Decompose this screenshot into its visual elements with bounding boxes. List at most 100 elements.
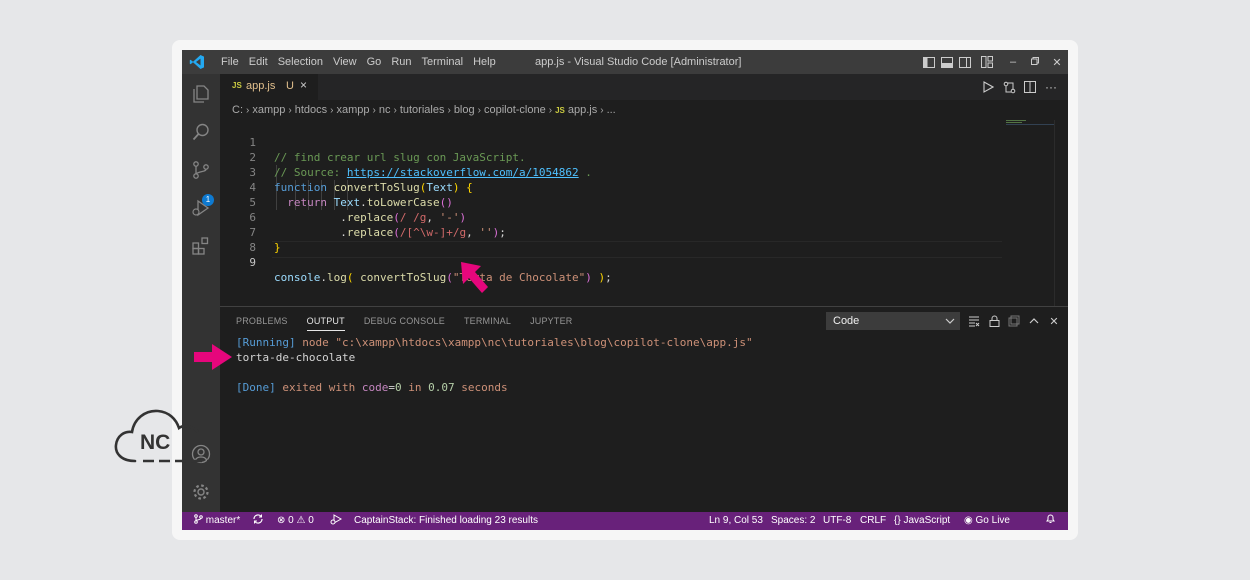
lock-scroll-icon[interactable] <box>986 313 1002 329</box>
code-editor[interactable]: 1 // find crear url slug con JavaScript.… <box>220 120 1068 300</box>
chevron-right-icon: › <box>447 105 451 116</box>
code-line: 9 console.log( convertToSlug("Torta de C… <box>220 240 1050 284</box>
code-line: 7 } <box>220 210 1050 254</box>
minimize-icon[interactable]: – <box>1002 56 1024 68</box>
code-line: 1 // find crear url slug con JavaScript. <box>220 120 1050 164</box>
vscode-logo-icon <box>189 55 204 69</box>
chevron-right-icon: › <box>548 105 553 116</box>
code-line: 5 .replace(/ /g, '-') <box>220 180 1050 224</box>
panel-tabs: PROBLEMS OUTPUT DEBUG CONSOLE TERMINAL J… <box>236 316 591 331</box>
line-ending[interactable]: CRLF <box>860 512 886 530</box>
menu-selection[interactable]: Selection <box>273 50 328 74</box>
breadcrumb-item[interactable]: blog <box>454 104 475 116</box>
toggle-sidebar-icon[interactable] <box>922 55 936 69</box>
code-line: 8 <box>220 225 1050 254</box>
menu-run[interactable]: Run <box>386 50 416 74</box>
window-title: app.js - Visual Studio Code [Administrat… <box>535 56 742 68</box>
code-line: 6 .replace(/[^\w-]+/g, ''); <box>220 195 1050 239</box>
language-mode[interactable]: {} JavaScript <box>894 512 950 530</box>
maximize-panel-icon[interactable] <box>1026 313 1042 329</box>
code-line: 2 // Source: https://stackoverflow.com/a… <box>220 135 1050 179</box>
toggle-panel-icon[interactable] <box>940 55 954 69</box>
editor-actions: ··· <box>976 78 1060 96</box>
branch-indicator[interactable]: master* <box>194 512 240 530</box>
menu-edit[interactable]: Edit <box>244 50 273 74</box>
minimap[interactable] <box>1006 120 1054 126</box>
object: console <box>274 271 321 284</box>
editor-tabs: JS app.js U × ··· <box>220 74 1068 100</box>
code-line: 4 return Text.toLowerCase() <box>220 165 1050 209</box>
run-debug-icon[interactable] <box>191 198 211 218</box>
done-tag: [Done] <box>236 381 276 394</box>
tab-output[interactable]: OUTPUT <box>306 316 345 331</box>
running-path: "c:\xampp\htdocs\xampp\nc\tutoriales\blo… <box>335 336 753 349</box>
encoding[interactable]: UTF-8 <box>823 512 851 530</box>
method-name: log <box>326 271 347 284</box>
indentation[interactable]: Spaces: 2 <box>771 512 815 530</box>
branch-name: master* <box>205 515 241 526</box>
broadcast-icon: ◉ <box>964 515 973 526</box>
manage-gear-icon[interactable] <box>191 482 211 502</box>
untracked-indicator: U <box>286 80 294 92</box>
breadcrumb-item[interactable]: htdocs <box>295 104 327 116</box>
chevron-right-icon: › <box>393 105 397 116</box>
code-line: 3 function convertToSlug(Text) { <box>220 150 1050 194</box>
tab-app-js[interactable]: JS app.js U × <box>220 74 318 100</box>
window-controls: – ✕ <box>918 50 1068 74</box>
search-icon[interactable] <box>191 122 211 142</box>
function-call: convertToSlug <box>360 271 447 284</box>
output-channel-select[interactable]: Code <box>826 312 960 330</box>
breadcrumb-item[interactable]: tutoriales <box>400 104 445 116</box>
chevron-right-icon: › <box>288 105 292 116</box>
tab-problems[interactable]: PROBLEMS <box>236 316 288 331</box>
editor-scrollbar[interactable] <box>1054 120 1068 306</box>
open-changes-icon[interactable] <box>1000 78 1018 96</box>
chevron-right-icon: › <box>372 105 376 116</box>
chevron-right-icon: › <box>246 105 250 116</box>
tab-terminal[interactable]: TERMINAL <box>464 316 511 331</box>
tab-jupyter[interactable]: JUPYTER <box>530 316 572 331</box>
breadcrumb-item[interactable]: C: <box>232 104 243 116</box>
problems-indicator[interactable]: ⊗ 0 ⚠ 0 <box>277 512 314 530</box>
close-panel-icon[interactable]: ✕ <box>1046 313 1062 329</box>
customize-layout-icon[interactable] <box>980 55 994 69</box>
debug-status-icon[interactable] <box>330 512 343 530</box>
error-count: 0 <box>288 515 294 526</box>
tab-close-icon[interactable]: × <box>300 78 307 92</box>
go-live-button[interactable]: ◉ Go Live <box>964 512 1010 530</box>
done-text: exited with <box>282 381 356 394</box>
breadcrumb-item[interactable]: copilot-clone <box>484 104 546 116</box>
cursor-position[interactable]: Ln 9, Col 53 <box>709 512 763 530</box>
menu-file[interactable]: File <box>216 50 244 74</box>
title-bar: File Edit Selection View Go Run Terminal… <box>182 50 1068 74</box>
breadcrumb-item[interactable]: xampp <box>336 104 369 116</box>
tab-debug-console[interactable]: DEBUG CONSOLE <box>364 316 445 331</box>
extensions-icon[interactable] <box>191 236 211 256</box>
captainstack-message[interactable]: CaptainStack: Finished loading 23 result… <box>354 512 538 530</box>
js-file-icon: JS <box>555 106 565 115</box>
vscode-window: File Edit Selection View Go Run Terminal… <box>182 50 1068 530</box>
notifications-bell-icon[interactable] <box>1045 512 1056 530</box>
breadcrumb-file[interactable]: app.js <box>568 104 597 116</box>
run-code-icon[interactable] <box>979 78 997 96</box>
menu-terminal[interactable]: Terminal <box>417 50 469 74</box>
explorer-icon[interactable] <box>191 84 211 104</box>
menu-view[interactable]: View <box>328 50 362 74</box>
breadcrumb-more[interactable]: ... <box>607 104 616 116</box>
clear-output-icon[interactable] <box>966 313 982 329</box>
split-editor-icon[interactable] <box>1021 78 1039 96</box>
sync-icon[interactable] <box>252 512 264 530</box>
toggle-secondary-sidebar-icon[interactable] <box>958 55 972 69</box>
menu-help[interactable]: Help <box>468 50 501 74</box>
more-actions-icon[interactable]: ··· <box>1042 78 1060 96</box>
restore-icon[interactable] <box>1024 56 1046 68</box>
status-bar: master* ⊗ 0 ⚠ 0 CaptainStack: Finished l… <box>182 512 1068 530</box>
close-window-icon[interactable]: ✕ <box>1046 56 1068 69</box>
open-log-icon[interactable] <box>1006 313 1022 329</box>
breadcrumb-item[interactable]: nc <box>379 104 391 116</box>
source-control-icon[interactable] <box>191 160 211 180</box>
done-unit: seconds <box>461 381 508 394</box>
breadcrumb-item[interactable]: xampp <box>252 104 285 116</box>
menu-go[interactable]: Go <box>362 50 387 74</box>
output-channel-value: Code <box>833 315 860 327</box>
